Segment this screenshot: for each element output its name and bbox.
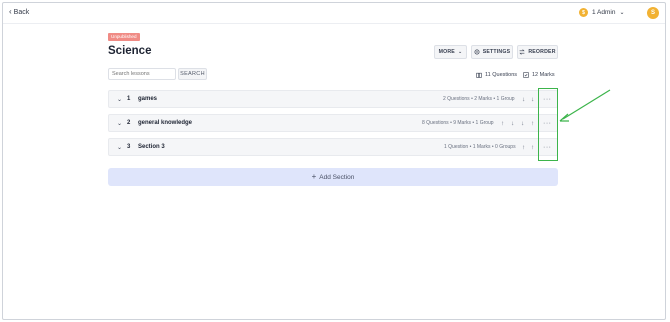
gear-icon (474, 49, 480, 55)
chevron-down-icon[interactable]: ⌄ (117, 96, 122, 103)
reorder-label: REORDER (528, 49, 556, 55)
coin-icon: $ (579, 8, 588, 17)
section-row[interactable]: ⌄ 1 games 2 Questions • 2 Marks • 1 Grou… (108, 90, 558, 108)
annotation-arrow-icon (559, 89, 611, 122)
marks-label: 12 Marks (532, 72, 555, 78)
chevron-left-icon: ‹ (9, 7, 12, 16)
chevron-down-icon[interactable]: ⌄ (117, 120, 122, 127)
settings-label: SETTINGS (482, 49, 511, 55)
section-name: games (138, 96, 158, 102)
section-name: Section 3 (138, 144, 165, 150)
back-label: Back (13, 8, 30, 16)
questions-count: 11 Questions (476, 72, 517, 78)
status-badge: Unpublished (108, 33, 140, 41)
add-section-button[interactable]: + Add Section (108, 168, 558, 186)
admin-menu[interactable]: $ 1 Admin ⌄ (579, 5, 637, 20)
chevron-down-icon: ⌄ (619, 10, 625, 16)
arrow-up-icon[interactable]: ↑ (522, 144, 525, 151)
section-meta: 1 Question • 1 Marks • 0 Groups (444, 144, 516, 150)
add-section-label: Add Section (319, 173, 355, 181)
book-icon (476, 72, 482, 78)
section-meta: 2 Questions • 2 Marks • 1 Group (443, 96, 515, 102)
back-link[interactable]: ‹ Back (9, 8, 29, 16)
section-row[interactable]: ⌄ 3 Section 3 1 Question • 1 Marks • 0 G… (108, 138, 558, 156)
plus-icon: + (311, 172, 317, 181)
section-number: 1 (127, 96, 131, 102)
settings-button[interactable]: SETTINGS (471, 45, 513, 59)
page-title: Science (108, 45, 152, 57)
checkbox-icon (523, 72, 529, 78)
app-frame (2, 2, 666, 320)
arrow-down-icon[interactable]: ↓ (521, 120, 524, 127)
section-number: 3 (127, 144, 131, 150)
arrow-down-icon[interactable]: ↓ (511, 120, 514, 127)
reorder-button[interactable]: REORDER (517, 45, 558, 59)
section-name: general knowledge (138, 120, 193, 126)
section-row[interactable]: ⌄ 2 general knowledge 8 Questions • 9 Ma… (108, 114, 558, 132)
chevron-down-icon[interactable]: ⌄ (117, 144, 122, 151)
admin-label: 1 Admin (592, 9, 616, 16)
chevron-down-icon: ⌄ (457, 49, 463, 55)
marks-count: 12 Marks (523, 72, 555, 78)
questions-label: 11 Questions (485, 72, 518, 78)
arrow-up-icon[interactable]: ↑ (531, 144, 534, 151)
arrow-down-icon[interactable]: ↓ (522, 96, 525, 103)
more-label: MORE (438, 49, 455, 55)
arrow-up-icon[interactable]: ↑ (531, 120, 534, 127)
section-number: 2 (127, 120, 131, 126)
more-button[interactable]: MORE ⌄ (434, 45, 467, 59)
search-input[interactable] (108, 68, 176, 80)
arrow-up-icon[interactable]: ↑ (501, 120, 504, 127)
search-button[interactable]: SEARCH (178, 68, 207, 80)
avatar[interactable]: S (647, 7, 659, 19)
arrow-down-icon[interactable]: ↓ (531, 96, 534, 103)
section-meta: 8 Questions • 9 Marks • 1 Group (422, 120, 494, 126)
reorder-icon (519, 49, 525, 55)
top-bar: ‹ Back (3, 3, 665, 24)
